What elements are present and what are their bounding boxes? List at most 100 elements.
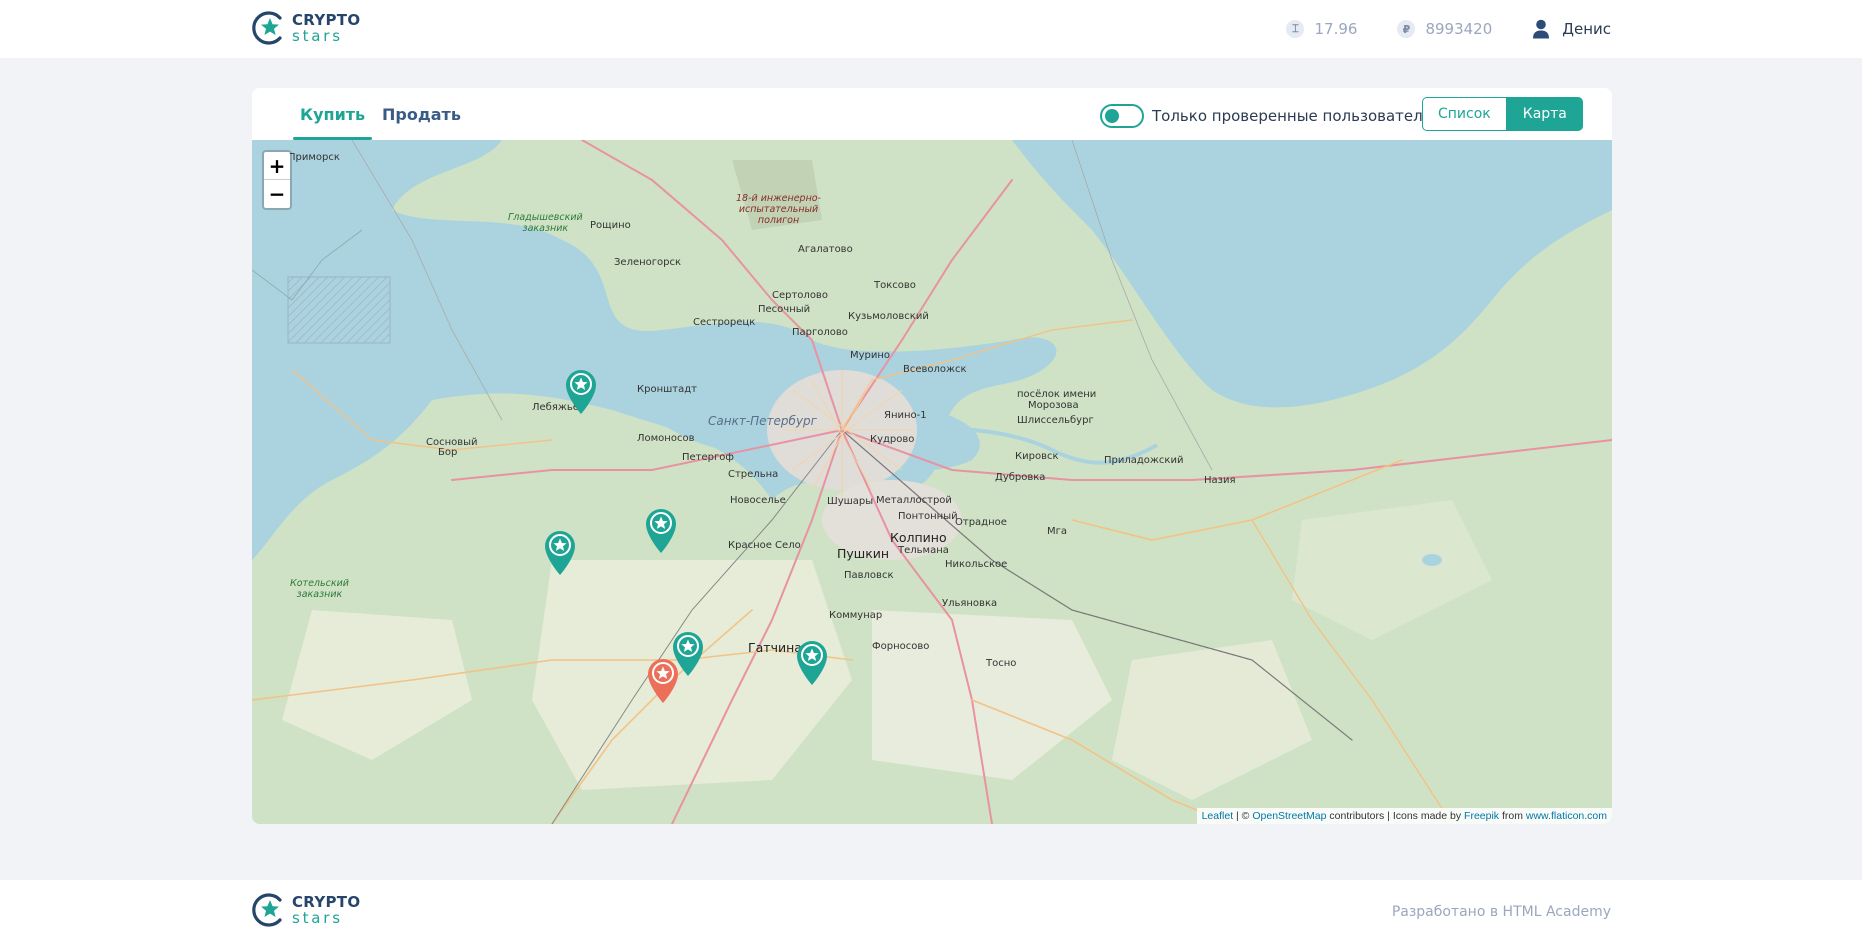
place-label: Форносово	[872, 641, 930, 652]
map[interactable]: Приморск Рощино Зеленогорск Агалатово То…	[252, 140, 1612, 824]
reserve-label-line: Котельский	[290, 578, 349, 589]
place-label: Тельмана	[898, 545, 949, 556]
place-label: Кузьмоловский	[848, 311, 929, 322]
keks-balance: ⌶ 17.96	[1286, 20, 1357, 38]
logo-icon	[252, 11, 282, 45]
list-view-button[interactable]: Список	[1422, 97, 1507, 131]
attribution-text: contributors | Icons made by	[1326, 810, 1465, 822]
place-label: Приморск	[288, 152, 340, 163]
map-marker[interactable]	[542, 528, 578, 576]
verified-toggle[interactable]	[1100, 104, 1144, 128]
keks-icon: ⌶	[1286, 20, 1305, 38]
tab-sell[interactable]: Продать	[375, 88, 468, 140]
logo-line-2: stars	[292, 26, 343, 45]
place-label: Отрадное	[955, 517, 1007, 528]
tabs-bar: Купить Продать Только проверенные пользо…	[252, 88, 1612, 140]
place-label: Никольское	[945, 559, 1008, 570]
flaticon-link[interactable]: www.flaticon.com	[1526, 810, 1607, 822]
site-header: CRYPTO stars ⌶ 17.96 ₽ 8993420 Денис	[0, 0, 1862, 58]
map-tiles	[252, 140, 1612, 824]
place-label: Ульяновка	[942, 598, 998, 609]
place-label: Зеленогорск	[614, 257, 682, 268]
place-label: Ломоносов	[637, 433, 695, 444]
map-attribution: Leaflet | © OpenStreetMap contributors |…	[1196, 808, 1612, 824]
ruble-balance: ₽ 8993420	[1397, 20, 1492, 38]
place-label: Тосно	[986, 658, 1017, 669]
map-marker[interactable]	[643, 506, 679, 554]
osm-link[interactable]: OpenStreetMap	[1252, 810, 1326, 822]
place-label: Понтонный	[898, 511, 958, 522]
user-menu[interactable]: Денис	[1532, 19, 1611, 39]
place-label: Всеволожск	[903, 364, 967, 375]
place-label: Петергоф	[682, 452, 734, 463]
zoom-out-button[interactable]: −	[264, 180, 290, 208]
place-label: Назия	[1204, 475, 1236, 486]
ruble-icon: ₽	[1397, 20, 1416, 38]
map-marker-selected[interactable]	[645, 656, 681, 704]
place-label: Сертолово	[772, 290, 828, 301]
logo-text: CRYPTO stars	[292, 10, 361, 45]
logo[interactable]: CRYPTO stars	[252, 10, 360, 46]
place-label: Металлострой	[876, 495, 952, 506]
place-label-big: Пушкин	[837, 546, 890, 561]
toggle-knob	[1105, 109, 1119, 123]
logo-line-1: CRYPTO	[292, 892, 361, 911]
military-zone-label: 18-й инженерно- испытательный полигон	[736, 193, 821, 226]
zoom-control: + −	[262, 150, 292, 210]
place-label: Коммунар	[829, 610, 883, 621]
ruble-balance-value: 8993420	[1425, 20, 1493, 38]
map-marker[interactable]	[794, 638, 830, 686]
place-label: Павловск	[844, 570, 894, 581]
map-view-button[interactable]: Карта	[1506, 97, 1583, 131]
reserve-label-line: Гладышевский	[508, 212, 583, 223]
exchange-card: Купить Продать Только проверенные пользо…	[252, 88, 1612, 824]
place-label: Бор	[438, 447, 458, 458]
place-label: Янино-1	[884, 410, 927, 421]
attribution-text: | ©	[1233, 810, 1253, 822]
place-label: Кудрово	[870, 434, 915, 445]
footer-logo[interactable]: CRYPTO stars	[252, 892, 360, 928]
attribution-text: from	[1499, 810, 1526, 822]
user-icon	[1533, 19, 1550, 39]
place-label: Кировск	[1015, 451, 1059, 462]
place-label: Мурино	[850, 350, 891, 361]
freepik-link[interactable]: Freepik	[1464, 810, 1499, 822]
place-label-water: Санкт-Петербург	[708, 414, 817, 428]
place-label: Песочный	[758, 304, 811, 315]
reserve-label-line: заказник	[296, 589, 343, 600]
place-label: Мга	[1047, 526, 1068, 537]
place-label: Красное Село	[728, 540, 801, 551]
place-label: Сестрорецк	[693, 317, 756, 328]
reserve-label-line: заказник	[522, 223, 569, 234]
place-label: Агалатово	[798, 244, 853, 255]
user-bar: ⌶ 17.96 ₽ 8993420 Денис	[1286, 18, 1611, 40]
place-label: Парголово	[792, 327, 848, 338]
verified-filter[interactable]: Только проверенные пользователи	[1100, 104, 1432, 128]
site-footer: CRYPTO stars Разработано в HTML Academy	[0, 880, 1862, 942]
place-label: Дубровка	[995, 472, 1046, 483]
map-marker[interactable]	[563, 367, 599, 415]
place-label: Кронштадт	[637, 384, 697, 395]
user-name: Денис	[1562, 20, 1611, 38]
tab-buy[interactable]: Купить	[293, 88, 373, 140]
place-label: Морозова	[1028, 400, 1079, 411]
place-label-big: Колпино	[890, 530, 947, 545]
place-label: посёлок имени	[1017, 389, 1097, 400]
place-label: Новоселье	[730, 495, 786, 506]
military-label-line: полигон	[757, 215, 800, 226]
place-label: Шлиссельбург	[1017, 415, 1094, 426]
verified-filter-label: Только проверенные пользователи	[1152, 107, 1433, 125]
place-label: Стрельна	[728, 469, 779, 480]
military-label-line: испытательный	[738, 204, 819, 215]
place-label: Шушары	[827, 496, 874, 507]
footer-credit[interactable]: Разработано в HTML Academy	[1392, 904, 1611, 920]
place-label: Токсово	[874, 280, 916, 291]
logo-line-1: CRYPTO	[292, 10, 361, 29]
zoom-in-button[interactable]: +	[264, 152, 290, 180]
military-label-line: 18-й инженерно-	[736, 193, 822, 204]
logo-text: CRYPTO stars	[292, 892, 361, 927]
leaflet-link[interactable]: Leaflet	[1202, 810, 1234, 822]
place-label: Рощино	[590, 220, 631, 231]
view-switch: Список Карта	[1422, 97, 1583, 131]
logo-line-2: stars	[292, 908, 343, 927]
